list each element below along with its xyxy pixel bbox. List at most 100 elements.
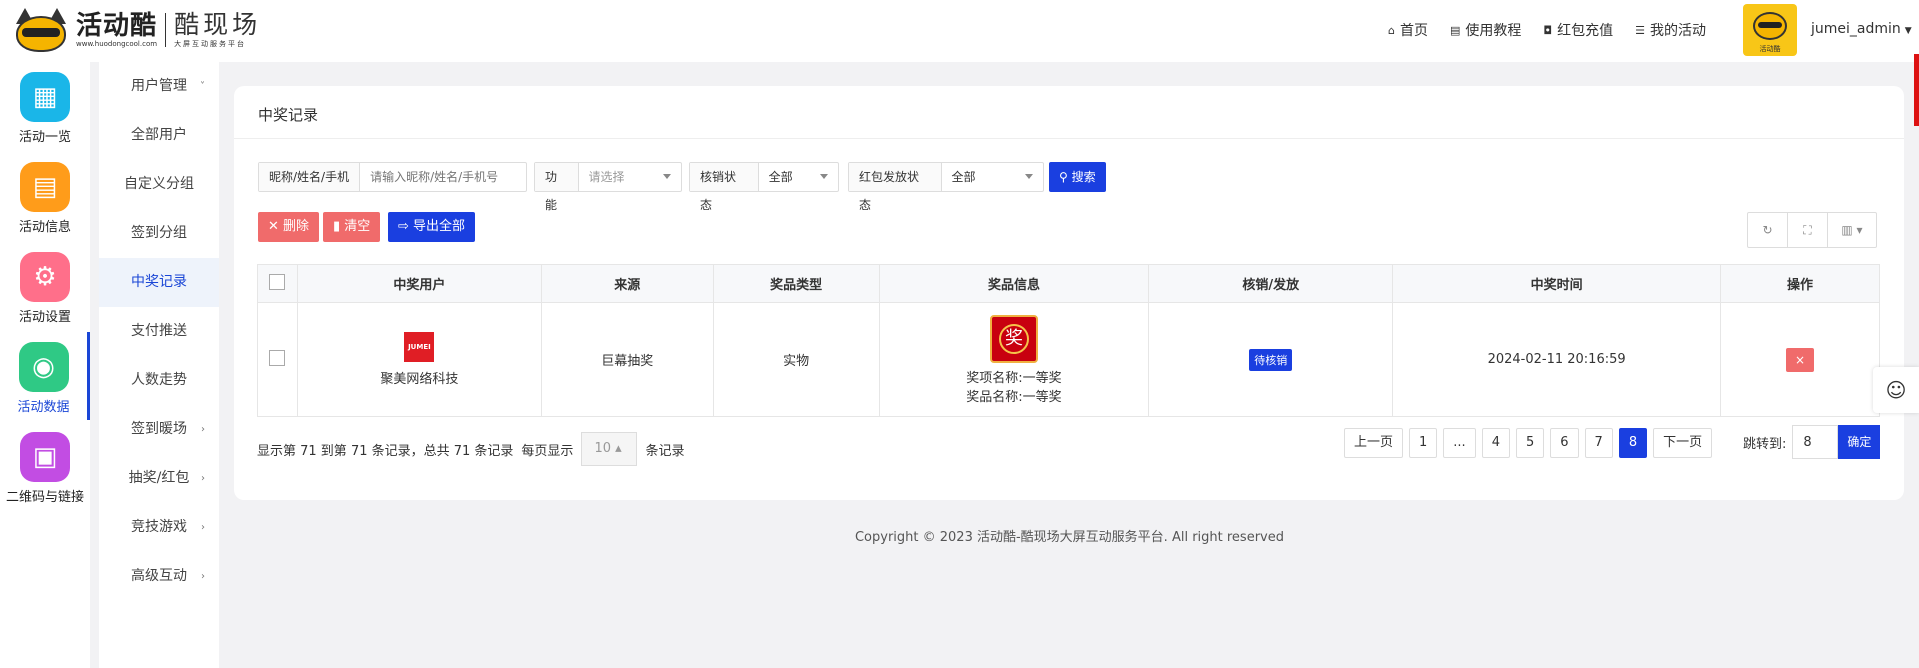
database-icon: ◉ bbox=[18, 342, 69, 392]
col-header-verify: 核销/发放 bbox=[1148, 264, 1394, 303]
refresh-icon[interactable]: ↻ bbox=[1748, 213, 1788, 247]
col-header-time: 中奖时间 bbox=[1392, 264, 1722, 303]
sidebar-item-data[interactable]: ◉ 活动数据 bbox=[0, 332, 90, 420]
page-jump: 跳转到: 确定 bbox=[1743, 425, 1881, 459]
prev-page-button[interactable]: 上一页 bbox=[1344, 428, 1404, 458]
verify-select[interactable]: 全部 bbox=[759, 163, 838, 191]
subnav-winning-records[interactable]: 中奖记录 bbox=[99, 258, 219, 307]
caret-down-icon: ▼ bbox=[1904, 26, 1912, 36]
nav-my-activities[interactable]: ☰ 我的活动 bbox=[1635, 20, 1706, 40]
page-button[interactable]: 4 bbox=[1481, 428, 1510, 458]
feature-select[interactable]: 请选择 bbox=[579, 163, 681, 191]
qq-chat-icon[interactable]: ☺ bbox=[1873, 367, 1919, 413]
sidebar-item-overview[interactable]: ▦ 活动一览 bbox=[0, 62, 90, 150]
top-nav: ⌂ 首页 ▤ 使用教程 ◘ 红包充值 ☰ 我的活动 bbox=[1388, 20, 1728, 40]
user-logo: JUMEI bbox=[404, 332, 435, 362]
pagination-info: 显示第 71 到第 71 条记录，总共 71 条记录 每页显示 10 ▴ 条记录 bbox=[257, 432, 684, 466]
nav-tutorial[interactable]: ▤ 使用教程 bbox=[1450, 20, 1521, 40]
avatar[interactable]: 活动酷 bbox=[1743, 4, 1797, 56]
user-menu[interactable]: jumei_admin ▼ bbox=[1811, 21, 1912, 37]
col-header-prize-info: 奖品信息 bbox=[878, 264, 1150, 303]
subnav-all-users[interactable]: 全部用户 bbox=[99, 111, 219, 160]
page-button[interactable]: 1 bbox=[1409, 428, 1438, 458]
columns-icon[interactable]: ▥ ▾ bbox=[1828, 213, 1876, 247]
sidebar-item-info[interactable]: ▤ 活动信息 bbox=[0, 152, 90, 240]
page-button[interactable]: 7 bbox=[1584, 428, 1613, 458]
wallet-icon: ◘ bbox=[1543, 23, 1553, 37]
dropdown-arrow-icon bbox=[1025, 174, 1033, 179]
chevron-right-icon: › bbox=[201, 571, 205, 582]
subnav-custom-groups[interactable]: 自定义分组 bbox=[99, 160, 219, 209]
brand-logo[interactable]: 活动酷 www.huodongcool.com 酷现场 大屏互动服务平台 bbox=[12, 6, 261, 54]
col-header-actions: 操作 bbox=[1720, 264, 1880, 303]
subnav-signin-warmup[interactable]: 签到暖场 › bbox=[99, 405, 219, 454]
sidebar-item-settings[interactable]: ⚙ 活动设置 bbox=[0, 242, 90, 330]
book-icon: ▤ bbox=[1449, 23, 1461, 37]
brand-name: 活动酷 bbox=[76, 11, 158, 41]
close-icon: ✕ bbox=[268, 219, 284, 234]
nav-recharge[interactable]: ◘ 红包充值 bbox=[1543, 20, 1613, 40]
home-icon: ⌂ bbox=[1388, 23, 1395, 37]
select-all-checkbox[interactable] bbox=[269, 273, 286, 290]
table-row: JUMEI 聚美网络科技 巨幕抽奖 实物 奖 奖项名称:一等奖 奖品名称:一等奖… bbox=[257, 302, 1880, 417]
redpack-filter-label: 红包发放状态 bbox=[849, 163, 942, 212]
chevron-right-icon: › bbox=[201, 424, 205, 435]
delete-row-button[interactable]: × bbox=[1786, 347, 1814, 372]
nickname-filter-label: 昵称/姓名/手机 bbox=[259, 163, 361, 191]
redpack-select[interactable]: 全部 bbox=[942, 163, 1043, 191]
search-icon: ⚲ bbox=[1059, 170, 1072, 184]
next-page-button[interactable]: 下一页 bbox=[1653, 428, 1713, 458]
col-header-source: 来源 bbox=[540, 264, 714, 303]
page-button[interactable]: 5 bbox=[1515, 428, 1545, 458]
title-divider bbox=[234, 138, 1904, 139]
subnav-payment-push[interactable]: 支付推送 bbox=[99, 307, 219, 356]
nickname-input[interactable] bbox=[360, 163, 511, 191]
prize-image: 奖 bbox=[989, 314, 1038, 363]
clear-button[interactable]: ▮ 清空 bbox=[323, 212, 381, 242]
verify-filter-label: 核销状态 bbox=[690, 163, 759, 212]
product-slogan: 大屏互动服务平台 bbox=[174, 40, 247, 48]
cat-mascot-icon bbox=[12, 6, 70, 54]
delete-button[interactable]: ✕ 删除 bbox=[258, 212, 320, 242]
winner-name: 聚美网络科技 bbox=[380, 372, 459, 387]
dropdown-arrow-icon bbox=[820, 174, 828, 179]
subnav-attendance-trend[interactable]: 人数走势 bbox=[99, 356, 219, 405]
redpack-filter: 红包发放状态 全部 bbox=[848, 162, 1044, 212]
sub-sidebar: 用户管理 ˅ 全部用户 自定义分组 签到分组 中奖记录 支付推送 人数走势 签到暖… bbox=[99, 62, 219, 668]
confirm-jump-button[interactable]: 确定 bbox=[1838, 425, 1881, 459]
nav-home[interactable]: ⌂ 首页 bbox=[1388, 20, 1428, 40]
records-table: 中奖用户 来源 奖品类型 奖品信息 核销/发放 中奖时间 操作 JUMEI 聚美… bbox=[257, 264, 1880, 417]
jump-page-input[interactable] bbox=[1792, 425, 1839, 459]
trash-icon: ▮ bbox=[333, 219, 345, 234]
export-all-button[interactable]: ⇨ 导出全部 bbox=[388, 212, 476, 242]
export-icon: ⇨ bbox=[398, 219, 414, 234]
qrcode-icon: ▣ bbox=[20, 432, 70, 482]
chevron-right-icon: › bbox=[201, 473, 205, 484]
current-page-button[interactable]: 8 bbox=[1618, 428, 1648, 458]
footer-copyright: Copyright © 2023 活动酷-酷现场大屏互动服务平台. All ri… bbox=[854, 530, 1284, 545]
fullscreen-icon[interactable]: ⛶ bbox=[1788, 213, 1828, 247]
main-sidebar: ▦ 活动一览 ▤ 活动信息 ⚙ 活动设置 ◉ 活动数据 ▣ 二维码与链接 bbox=[0, 62, 90, 668]
chevron-down-icon: ˅ bbox=[200, 81, 205, 92]
prize-name: 奖品名称:一等奖 bbox=[966, 389, 1062, 405]
grid-icon: ▦ bbox=[20, 72, 70, 122]
gear-icon: ⚙ bbox=[20, 252, 70, 302]
product-name: 酷现场 bbox=[174, 10, 262, 39]
edge-marker bbox=[1914, 54, 1919, 126]
logo-divider bbox=[165, 13, 167, 47]
subnav-advanced-interaction[interactable]: 高级互动 › bbox=[99, 552, 219, 601]
search-button[interactable]: ⚲ 搜索 bbox=[1049, 162, 1106, 192]
verify-filter: 核销状态 全部 bbox=[689, 162, 839, 212]
subnav-user-management[interactable]: 用户管理 ˅ bbox=[99, 62, 219, 111]
status-badge: 待核销 bbox=[1249, 348, 1293, 371]
sidebar-item-qrcode[interactable]: ▣ 二维码与链接 bbox=[0, 422, 90, 510]
page-button[interactable]: 6 bbox=[1550, 428, 1579, 458]
records-card: 中奖记录 昵称/姓名/手机 功能 请选择 核销状态 全部 红包发放状态 全部 ⚲… bbox=[234, 86, 1904, 500]
pagination: 上一页 1 ... 4 5 6 7 8 下一页 bbox=[1338, 428, 1713, 458]
subnav-lottery-redpack[interactable]: 抽奖/红包 › bbox=[99, 454, 219, 503]
feature-filter: 功能 请选择 bbox=[534, 162, 682, 212]
page-size-select[interactable]: 10 ▴ bbox=[581, 432, 638, 466]
row-checkbox[interactable] bbox=[269, 349, 286, 366]
subnav-signin-groups[interactable]: 签到分组 bbox=[99, 209, 219, 258]
caret-up-icon: ▴ bbox=[615, 441, 622, 456]
